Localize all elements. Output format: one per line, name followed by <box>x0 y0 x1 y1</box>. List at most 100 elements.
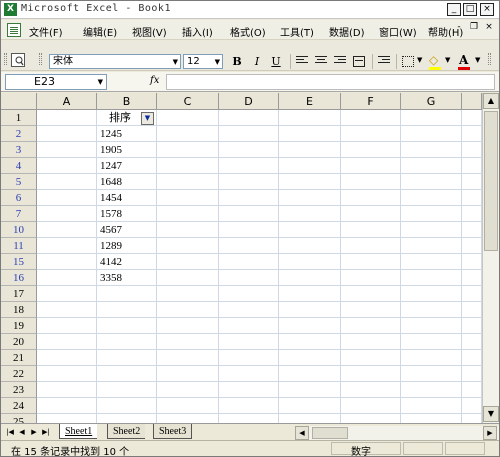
workbook-restore-button[interactable]: ❐ <box>468 22 480 33</box>
cell-b6[interactable]: 1454 <box>97 190 157 206</box>
table-cell[interactable] <box>341 286 401 302</box>
table-cell[interactable] <box>401 126 462 142</box>
table-cell[interactable] <box>219 142 279 158</box>
table-cell[interactable] <box>401 206 462 222</box>
table-cell[interactable] <box>462 254 482 270</box>
table-cell[interactable] <box>341 158 401 174</box>
horizontal-scrollbar[interactable]: ◀ ▶ <box>295 426 499 440</box>
row-header[interactable]: 16 <box>1 270 37 286</box>
table-cell[interactable] <box>401 286 462 302</box>
row-header[interactable]: 1 <box>1 110 37 126</box>
cell-b3[interactable]: 1905 <box>97 142 157 158</box>
next-sheet-button[interactable]: ▶ <box>29 427 39 438</box>
menu-format[interactable]: 格式(O) <box>230 24 266 39</box>
table-cell[interactable] <box>37 286 97 302</box>
table-cell[interactable] <box>37 350 97 366</box>
table-cell[interactable] <box>462 190 482 206</box>
table-cell[interactable] <box>157 286 219 302</box>
table-cell[interactable] <box>37 190 97 206</box>
table-cell[interactable] <box>37 110 97 126</box>
table-cell[interactable] <box>37 398 97 414</box>
row-header[interactable]: 21 <box>1 350 37 366</box>
row-header[interactable]: 25 <box>1 414 37 423</box>
table-cell[interactable] <box>279 158 341 174</box>
select-all-corner[interactable] <box>1 93 37 110</box>
workbook-minimize-button[interactable]: - <box>453 22 465 33</box>
table-cell[interactable] <box>341 302 401 318</box>
table-cell[interactable] <box>219 190 279 206</box>
table-cell[interactable] <box>37 318 97 334</box>
table-cell[interactable] <box>279 350 341 366</box>
table-cell[interactable] <box>157 110 219 126</box>
sheet-tab-sheet2[interactable]: Sheet2 <box>107 424 146 439</box>
cell-b10[interactable]: 4567 <box>97 222 157 238</box>
table-cell[interactable] <box>279 302 341 318</box>
table-cell[interactable] <box>401 366 462 382</box>
table-cell[interactable] <box>219 382 279 398</box>
restore-button[interactable]: □ <box>463 3 477 16</box>
cell-b15[interactable]: 4142 <box>97 254 157 270</box>
row-header[interactable]: 7 <box>1 206 37 222</box>
menu-file[interactable]: 文件(F) <box>29 24 63 39</box>
italic-button[interactable]: I <box>249 54 265 69</box>
table-cell[interactable] <box>401 158 462 174</box>
table-cell[interactable] <box>37 206 97 222</box>
table-cell[interactable] <box>219 174 279 190</box>
cell-b19[interactable] <box>97 318 157 334</box>
close-button[interactable]: × <box>480 3 494 16</box>
name-box[interactable]: E23 ▼ <box>5 74 107 90</box>
table-cell[interactable] <box>341 350 401 366</box>
table-cell[interactable] <box>401 398 462 414</box>
merge-center-icon[interactable] <box>353 56 365 67</box>
sheet-tab-sheet3[interactable]: Sheet3 <box>153 424 193 439</box>
chevron-down-icon[interactable]: ▼ <box>445 56 450 64</box>
table-cell[interactable] <box>279 398 341 414</box>
table-cell[interactable] <box>219 350 279 366</box>
fill-color-icon[interactable]: ◇ <box>429 53 438 67</box>
minimize-button[interactable]: _ <box>447 3 461 16</box>
table-cell[interactable] <box>157 302 219 318</box>
row-header[interactable]: 6 <box>1 190 37 206</box>
menu-insert[interactable]: 插入(I) <box>182 24 213 39</box>
table-cell[interactable] <box>219 110 279 126</box>
scroll-up-button[interactable]: ▲ <box>483 93 499 109</box>
menu-window[interactable]: 窗口(W) <box>379 24 417 39</box>
cell-b5[interactable]: 1648 <box>97 174 157 190</box>
table-cell[interactable] <box>219 366 279 382</box>
align-center-icon[interactable] <box>315 56 327 67</box>
table-cell[interactable] <box>401 334 462 350</box>
table-cell[interactable] <box>219 398 279 414</box>
table-cell[interactable] <box>279 206 341 222</box>
cell-b17[interactable] <box>97 286 157 302</box>
table-cell[interactable] <box>279 414 341 423</box>
table-cell[interactable] <box>37 222 97 238</box>
table-cell[interactable] <box>219 334 279 350</box>
autofilter-dropdown-icon[interactable]: ▼ <box>141 112 154 125</box>
table-cell[interactable] <box>157 382 219 398</box>
table-cell[interactable] <box>401 382 462 398</box>
table-cell[interactable] <box>341 110 401 126</box>
table-cell[interactable] <box>462 398 482 414</box>
table-cell[interactable] <box>462 270 482 286</box>
toolbar-grip[interactable] <box>39 53 42 65</box>
table-cell[interactable] <box>401 238 462 254</box>
table-cell[interactable] <box>401 222 462 238</box>
table-cell[interactable] <box>462 158 482 174</box>
row-header[interactable]: 24 <box>1 398 37 414</box>
cell-b20[interactable] <box>97 334 157 350</box>
cell-b2[interactable]: 1245 <box>97 126 157 142</box>
table-cell[interactable] <box>157 398 219 414</box>
cell-b7[interactable]: 1578 <box>97 206 157 222</box>
table-cell[interactable] <box>401 414 462 423</box>
row-header[interactable]: 10 <box>1 222 37 238</box>
table-cell[interactable] <box>341 382 401 398</box>
table-cell[interactable] <box>219 414 279 423</box>
table-cell[interactable] <box>37 158 97 174</box>
row-header[interactable]: 23 <box>1 382 37 398</box>
table-cell[interactable] <box>157 126 219 142</box>
column-header-e[interactable]: E <box>279 93 341 110</box>
table-cell[interactable] <box>37 254 97 270</box>
row-header[interactable]: 2 <box>1 126 37 142</box>
table-cell[interactable] <box>279 334 341 350</box>
column-header-a[interactable]: A <box>37 93 97 110</box>
